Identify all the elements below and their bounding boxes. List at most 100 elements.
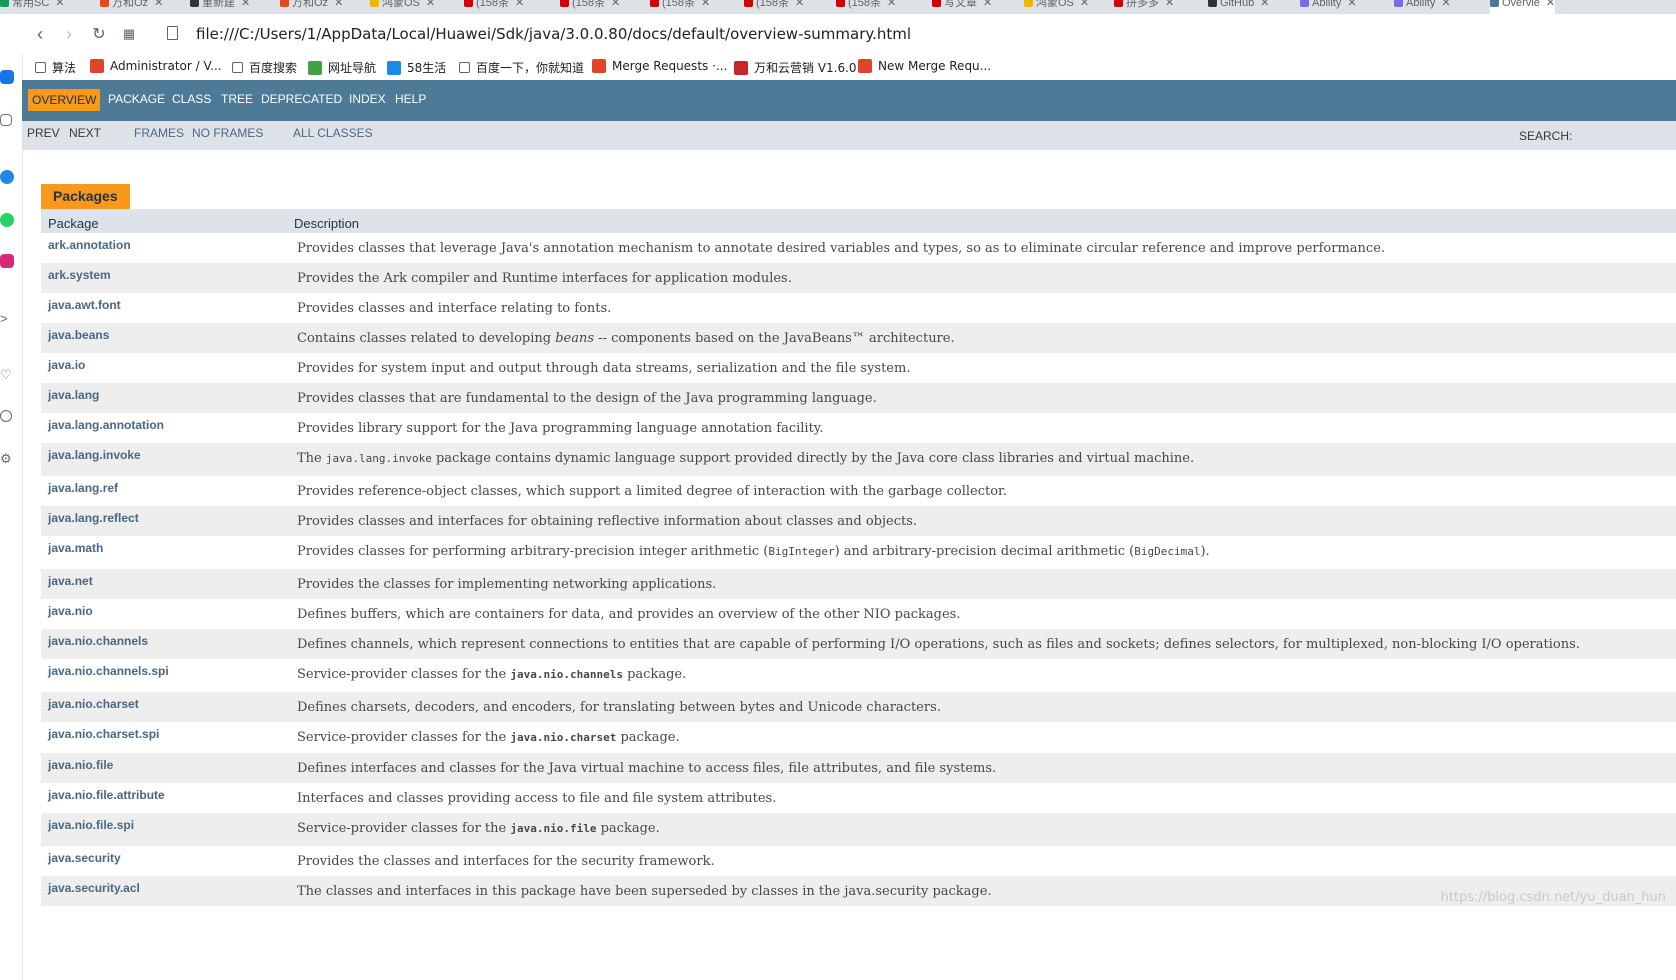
- nav-class[interactable]: CLASS: [172, 92, 211, 106]
- close-tab-icon[interactable]: ✕: [1165, 0, 1174, 9]
- browser-tab[interactable]: (158条 ✕: [464, 0, 524, 14]
- package-description: Defines channels, which represent connec…: [297, 637, 1580, 652]
- package-link[interactable]: java.lang.invoke: [48, 448, 141, 462]
- package-link[interactable]: ark.system: [48, 268, 111, 282]
- close-tab-icon[interactable]: ✕: [1441, 0, 1450, 9]
- reload-icon[interactable]: ↻: [87, 22, 111, 46]
- close-tab-icon[interactable]: ✕: [241, 0, 250, 9]
- back-icon[interactable]: ‹: [28, 22, 52, 46]
- package-link[interactable]: java.beans: [48, 328, 109, 342]
- package-description: Provides classes that leverage Java's an…: [297, 241, 1386, 256]
- browser-tab[interactable]: 写文章 ✕: [932, 0, 992, 14]
- table-row: java.nio.channels.spi Service-provider cl…: [41, 659, 1676, 692]
- package-link[interactable]: ark.annotation: [48, 238, 131, 252]
- close-tab-icon[interactable]: ✕: [515, 0, 524, 9]
- close-tab-icon[interactable]: ✕: [983, 0, 992, 9]
- close-tab-icon[interactable]: ✕: [795, 0, 804, 9]
- nav-tree[interactable]: TREE: [221, 92, 253, 106]
- package-link[interactable]: java.math: [48, 541, 103, 555]
- close-tab-icon[interactable]: ✕: [55, 0, 64, 9]
- apps-icon[interactable]: ▦: [117, 22, 141, 46]
- package-description: The java.lang.invoke package contains dy…: [297, 451, 1194, 466]
- nav-overview[interactable]: OVERVIEW: [28, 89, 101, 111]
- package-description: Provides reference-object classes, which…: [297, 484, 1007, 499]
- frames-link[interactable]: FRAMES: [134, 126, 184, 140]
- browser-tab[interactable]: 重新建 ✕: [190, 0, 250, 14]
- package-link[interactable]: java.security: [48, 851, 121, 865]
- bookmark-item[interactable]: 万和云营销 V1.6.0: [734, 59, 857, 76]
- browser-tab[interactable]: GitHub ✕: [1208, 0, 1269, 14]
- package-link[interactable]: java.nio.channels.spi: [48, 664, 169, 678]
- browser-tab[interactable]: 拼多多 ✕: [1114, 0, 1174, 14]
- bookmark-item[interactable]: 58生活: [387, 59, 446, 76]
- close-tab-icon[interactable]: ✕: [611, 0, 620, 9]
- bookmark-item[interactable]: New Merge Requ...: [858, 59, 991, 73]
- tab-favicon-icon: [560, 0, 569, 7]
- close-tab-icon[interactable]: ✕: [887, 0, 896, 9]
- package-link[interactable]: java.awt.font: [48, 298, 121, 312]
- close-tab-icon[interactable]: ✕: [1260, 0, 1269, 9]
- browser-tab[interactable]: 常用SC ✕: [0, 0, 65, 14]
- browser-tab[interactable]: (158条 ✕: [560, 0, 620, 14]
- package-link[interactable]: java.net: [48, 574, 93, 588]
- tab-favicon-icon: [100, 0, 109, 7]
- package-link[interactable]: java.lang.ref: [48, 481, 118, 495]
- nav-package[interactable]: PACKAGE: [108, 92, 165, 106]
- bookmark-item[interactable]: 算法: [35, 59, 76, 76]
- home-icon[interactable]: [0, 70, 14, 84]
- package-link[interactable]: java.lang.reflect: [48, 511, 139, 525]
- send-icon[interactable]: >: [0, 312, 14, 326]
- history-icon[interactable]: [0, 410, 12, 422]
- close-tab-icon[interactable]: ✕: [334, 0, 343, 9]
- browser-tab[interactable]: 万和Oz ✕: [100, 0, 163, 14]
- star-icon[interactable]: [0, 114, 12, 126]
- browser-tab[interactable]: Overvie ✕: [1490, 0, 1556, 14]
- tab-label: Ability: [1312, 0, 1342, 9]
- package-link[interactable]: java.nio.charset.spi: [48, 727, 159, 741]
- nav-help[interactable]: HELP: [395, 92, 426, 106]
- forward-icon[interactable]: ›: [57, 22, 81, 46]
- address-bar[interactable]: file:///C:/Users/1/AppData/Local/Huawei/…: [196, 14, 911, 54]
- whatsapp-icon[interactable]: [0, 213, 14, 227]
- nav-index[interactable]: INDEX: [349, 92, 386, 106]
- close-tab-icon[interactable]: ✕: [1080, 0, 1089, 9]
- bookmark-item[interactable]: 百度一下，你就知道: [459, 59, 584, 76]
- all-classes-link[interactable]: ALL CLASSES: [293, 126, 373, 140]
- close-tab-icon[interactable]: ✕: [1546, 0, 1555, 9]
- browser-tab[interactable]: (158条 ✕: [836, 0, 896, 14]
- close-tab-icon[interactable]: ✕: [154, 0, 163, 9]
- package-link[interactable]: java.nio.file.spi: [48, 818, 134, 832]
- package-link[interactable]: java.nio.file: [48, 758, 113, 772]
- bookmark-item[interactable]: 百度搜索: [232, 59, 297, 76]
- browser-tab[interactable]: 万和Oz ✕: [280, 0, 343, 14]
- settings-icon[interactable]: ⚙: [0, 452, 14, 466]
- bookmark-label: Administrator / V...: [110, 59, 222, 73]
- package-link[interactable]: java.security.acl: [48, 881, 140, 895]
- package-link[interactable]: java.io: [48, 358, 85, 372]
- messenger-icon[interactable]: [0, 170, 14, 184]
- nav-deprecated[interactable]: DEPRECATED: [261, 92, 342, 106]
- browser-tab[interactable]: Ability ✕: [1300, 0, 1357, 14]
- browser-tab[interactable]: 鸿蒙OS ✕: [370, 0, 435, 14]
- close-tab-icon[interactable]: ✕: [1347, 0, 1356, 9]
- package-link[interactable]: java.nio.charset: [48, 697, 139, 711]
- close-tab-icon[interactable]: ✕: [701, 0, 710, 9]
- package-description: Service-provider classes for the java.ni…: [297, 730, 680, 745]
- close-tab-icon[interactable]: ✕: [426, 0, 435, 9]
- no-frames-link[interactable]: NO FRAMES: [192, 126, 263, 140]
- javadoc-top-nav: OVERVIEW PACKAGE CLASS TREE DEPRECATED I…: [22, 80, 1676, 121]
- browser-tab[interactable]: Ability ✕: [1394, 0, 1451, 14]
- package-link[interactable]: java.nio.file.attribute: [48, 788, 165, 802]
- package-link[interactable]: java.lang: [48, 388, 99, 402]
- package-link[interactable]: java.lang.annotation: [48, 418, 164, 432]
- browser-tab[interactable]: (158条 ✕: [744, 0, 804, 14]
- package-link[interactable]: java.nio: [48, 604, 93, 618]
- package-link[interactable]: java.nio.channels: [48, 634, 148, 648]
- browser-tab[interactable]: (158条 ✕: [650, 0, 710, 14]
- browser-tab[interactable]: 鸿蒙OS ✕: [1024, 0, 1089, 14]
- bookmark-item[interactable]: Administrator / V...: [90, 59, 222, 73]
- heart-icon[interactable]: ♡: [0, 368, 14, 382]
- bookmark-item[interactable]: 网址导航: [308, 59, 376, 76]
- instagram-icon[interactable]: [0, 254, 14, 268]
- bookmark-item[interactable]: Merge Requests ·...: [592, 59, 727, 73]
